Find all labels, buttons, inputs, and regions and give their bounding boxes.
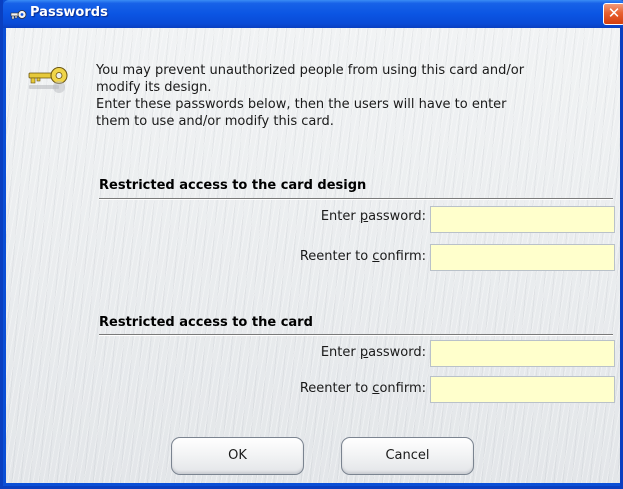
design-password-input[interactable]	[430, 206, 615, 233]
access-key: p	[359, 209, 369, 224]
intro-line: Enter these passwords below, then the us…	[96, 97, 507, 112]
section-title-card-design: Restricted access to the card design	[99, 178, 367, 193]
intro-line: You may prevent unauthorized people from…	[96, 63, 525, 78]
keys-icon	[10, 10, 27, 20]
label-text: onfirm:	[379, 249, 426, 264]
label-text: Enter	[320, 345, 360, 360]
cancel-button[interactable]: Cancel	[341, 437, 474, 475]
label-text: Reenter to	[299, 249, 373, 264]
ok-button[interactable]: OK	[171, 437, 304, 475]
label-text: assword:	[368, 209, 426, 224]
card-confirm-label: Reenter to confirm:	[300, 381, 426, 396]
design-confirm-input[interactable]	[430, 244, 615, 271]
access-key: p	[359, 345, 369, 360]
section-divider	[99, 198, 613, 200]
title-bar[interactable]: Passwords ✕	[3, 0, 623, 28]
intro-line: modify its design.	[96, 80, 212, 95]
card-confirm-input[interactable]	[430, 376, 615, 403]
card-password-input[interactable]	[430, 340, 615, 367]
section-title-card: Restricted access to the card	[99, 315, 313, 330]
intro-text: You may prevent unauthorized people from…	[96, 62, 606, 130]
label-text: Reenter to	[299, 381, 373, 396]
label-text: Enter	[320, 209, 360, 224]
close-button[interactable]: ✕	[603, 3, 623, 25]
passwords-dialog: Passwords ✕ You may prevent unauthorized…	[0, 0, 623, 489]
dialog-body: You may prevent unauthorized people from…	[6, 28, 620, 483]
label-text: onfirm:	[379, 381, 426, 396]
design-confirm-label: Reenter to confirm:	[300, 249, 426, 264]
intro-line: them to use and/or modify this card.	[96, 114, 334, 129]
section-divider	[99, 334, 613, 336]
card-password-label: Enter password:	[321, 345, 426, 360]
design-password-label: Enter password:	[321, 209, 426, 224]
label-text: assword:	[368, 345, 426, 360]
key-icon	[28, 67, 68, 93]
window-title: Passwords	[30, 5, 108, 20]
